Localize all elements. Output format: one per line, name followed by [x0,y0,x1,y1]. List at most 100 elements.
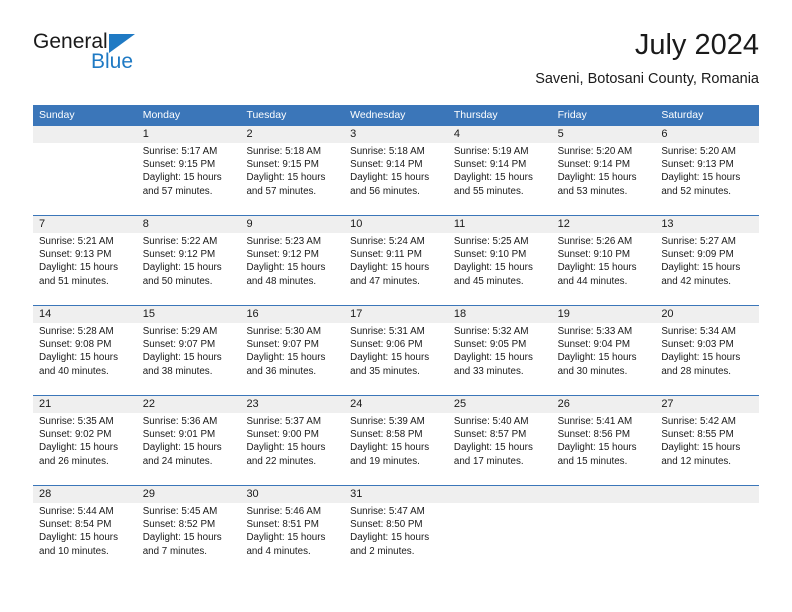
day-number[interactable] [448,486,552,503]
generalblue-logo[interactable]: General Blue [33,28,233,84]
daylight-text-line1: Daylight: 15 hours [246,352,326,364]
day-number[interactable]: 24 [344,396,448,413]
day-number[interactable] [655,486,759,503]
day-number[interactable]: 14 [33,306,137,323]
day-number[interactable]: 4 [448,126,552,143]
daylight-text-line2: and 48 minutes. [246,275,317,287]
sunrise-text: Sunrise: 5:41 AM [557,416,633,427]
day-cell[interactable]: Sunrise: 5:24 AM Sunset: 9:11 PM Dayligh… [344,233,448,305]
day-cell[interactable]: Sunrise: 5:20 AM Sunset: 9:13 PM Dayligh… [655,143,759,215]
daylight-text-line2: and 33 minutes. [453,365,524,377]
daylight-text-line2: and 57 minutes. [246,185,317,197]
day-number[interactable]: 12 [552,216,656,233]
day-number[interactable]: 23 [240,396,344,413]
daylight-text-line2: and 28 minutes. [661,365,732,377]
daylight-text-line1: Daylight: 15 hours [246,532,326,544]
weekday-header-friday: Friday [557,109,587,121]
day-number[interactable]: 2 [240,126,344,143]
day-number[interactable]: 21 [33,396,137,413]
sunrise-text: Sunrise: 5:44 AM [39,506,114,517]
day-cell[interactable]: Sunrise: 5:19 AM Sunset: 9:14 PM Dayligh… [448,143,552,215]
day-number[interactable] [33,126,137,143]
day-cell[interactable]: Sunrise: 5:31 AM Sunset: 9:06 PM Dayligh… [344,323,448,395]
day-cell[interactable]: Sunrise: 5:30 AM Sunset: 9:07 PM Dayligh… [240,323,344,395]
day-cell[interactable]: Sunrise: 5:44 AM Sunset: 8:54 PM Dayligh… [33,503,137,575]
sunset-text: Sunset: 9:13 PM [661,159,734,171]
day-cell[interactable]: Sunrise: 5:37 AM Sunset: 9:00 PM Dayligh… [240,413,344,485]
day-cell[interactable]: Sunrise: 5:25 AM Sunset: 9:10 PM Dayligh… [448,233,552,305]
day-number[interactable]: 19 [552,306,656,323]
day-number[interactable]: 31 [344,486,448,503]
day-cell[interactable] [552,503,656,575]
day-cell[interactable] [448,503,552,575]
day-number[interactable]: 7 [33,216,137,233]
day-cell[interactable]: Sunrise: 5:33 AM Sunset: 9:04 PM Dayligh… [552,323,656,395]
day-cell[interactable]: Sunrise: 5:36 AM Sunset: 9:01 PM Dayligh… [137,413,241,485]
day-cell[interactable]: Sunrise: 5:26 AM Sunset: 9:10 PM Dayligh… [552,233,656,305]
day-number[interactable]: 3 [344,126,448,143]
week-date-band: 28 29 30 31 [33,486,759,503]
day-number[interactable]: 5 [552,126,656,143]
day-cell[interactable]: Sunrise: 5:45 AM Sunset: 8:52 PM Dayligh… [137,503,241,575]
calendar-grid: Sunday Monday Tuesday Wednesday Thursday… [33,105,759,575]
day-cell[interactable] [655,503,759,575]
day-number[interactable]: 10 [344,216,448,233]
sunset-text: Sunset: 9:07 PM [246,339,319,351]
day-number[interactable]: 8 [137,216,241,233]
day-cell[interactable]: Sunrise: 5:34 AM Sunset: 9:03 PM Dayligh… [655,323,759,395]
day-cell[interactable]: Sunrise: 5:22 AM Sunset: 9:12 PM Dayligh… [137,233,241,305]
sunset-text: Sunset: 8:57 PM [453,429,527,441]
day-number[interactable]: 15 [137,306,241,323]
sunrise-text: Sunrise: 5:47 AM [350,506,425,517]
day-cell[interactable] [33,143,137,215]
day-number[interactable]: 30 [240,486,344,503]
day-number[interactable]: 18 [448,306,552,323]
day-cell[interactable]: Sunrise: 5:46 AM Sunset: 8:51 PM Dayligh… [240,503,344,575]
day-number[interactable]: 27 [655,396,759,413]
day-cell[interactable]: Sunrise: 5:32 AM Sunset: 9:05 PM Dayligh… [448,323,552,395]
day-number[interactable]: 25 [448,396,552,413]
day-cell[interactable]: Sunrise: 5:39 AM Sunset: 8:58 PM Dayligh… [344,413,448,485]
sunrise-text: Sunrise: 5:21 AM [39,236,114,247]
day-cell[interactable]: Sunrise: 5:18 AM Sunset: 9:15 PM Dayligh… [240,143,344,215]
daylight-text-line1: Daylight: 15 hours [142,172,222,184]
day-number[interactable]: 29 [137,486,241,503]
day-cell[interactable]: Sunrise: 5:21 AM Sunset: 9:13 PM Dayligh… [33,233,137,305]
day-cell[interactable]: Sunrise: 5:40 AM Sunset: 8:57 PM Dayligh… [448,413,552,485]
sunrise-text: Sunrise: 5:31 AM [350,326,425,337]
sunset-text: Sunset: 9:00 PM [246,429,319,441]
day-number[interactable]: 13 [655,216,759,233]
day-cell[interactable]: Sunrise: 5:18 AM Sunset: 9:14 PM Dayligh… [344,143,448,215]
day-number[interactable]: 17 [344,306,448,323]
daylight-text-line2: and 17 minutes. [453,455,524,467]
day-number[interactable]: 6 [655,126,759,143]
day-cell[interactable]: Sunrise: 5:29 AM Sunset: 9:07 PM Dayligh… [137,323,241,395]
day-number[interactable]: 26 [552,396,656,413]
day-number[interactable]: 11 [448,216,552,233]
day-cell[interactable]: Sunrise: 5:20 AM Sunset: 9:14 PM Dayligh… [552,143,656,215]
day-number[interactable]: 9 [240,216,344,233]
day-cell[interactable]: Sunrise: 5:42 AM Sunset: 8:55 PM Dayligh… [655,413,759,485]
day-number[interactable] [552,486,656,503]
day-number[interactable]: 1 [137,126,241,143]
day-cell[interactable]: Sunrise: 5:28 AM Sunset: 9:08 PM Dayligh… [33,323,137,395]
day-cell[interactable]: Sunrise: 5:47 AM Sunset: 8:50 PM Dayligh… [344,503,448,575]
day-cell[interactable]: Sunrise: 5:23 AM Sunset: 9:12 PM Dayligh… [240,233,344,305]
day-cell[interactable]: Sunrise: 5:41 AM Sunset: 8:56 PM Dayligh… [552,413,656,485]
day-number[interactable]: 28 [33,486,137,503]
day-cell[interactable]: Sunrise: 5:35 AM Sunset: 9:02 PM Dayligh… [33,413,137,485]
daylight-text-line2: and 22 minutes. [246,455,317,467]
day-number[interactable]: 16 [240,306,344,323]
sunset-text: Sunset: 9:10 PM [453,249,527,261]
day-cell[interactable]: Sunrise: 5:17 AM Sunset: 9:15 PM Dayligh… [137,143,241,215]
calendar-week-row: 21 22 23 24 25 26 27 Sunrise: 5:35 AM Su… [33,395,759,485]
daylight-text-line2: and 42 minutes. [661,275,732,287]
day-cell[interactable]: Sunrise: 5:27 AM Sunset: 9:09 PM Dayligh… [655,233,759,305]
sunset-text: Sunset: 9:07 PM [142,339,216,351]
day-number[interactable]: 20 [655,306,759,323]
weekday-header-row: Sunday Monday Tuesday Wednesday Thursday… [33,105,759,125]
calendar-week-row: 1 2 3 4 5 6 Sunrise: 5:17 AM Sunset: 9:1… [33,125,759,215]
week-date-band: 14 15 16 17 18 19 20 [33,306,759,323]
sunrise-text: Sunrise: 5:28 AM [39,326,114,337]
day-number[interactable]: 22 [137,396,241,413]
